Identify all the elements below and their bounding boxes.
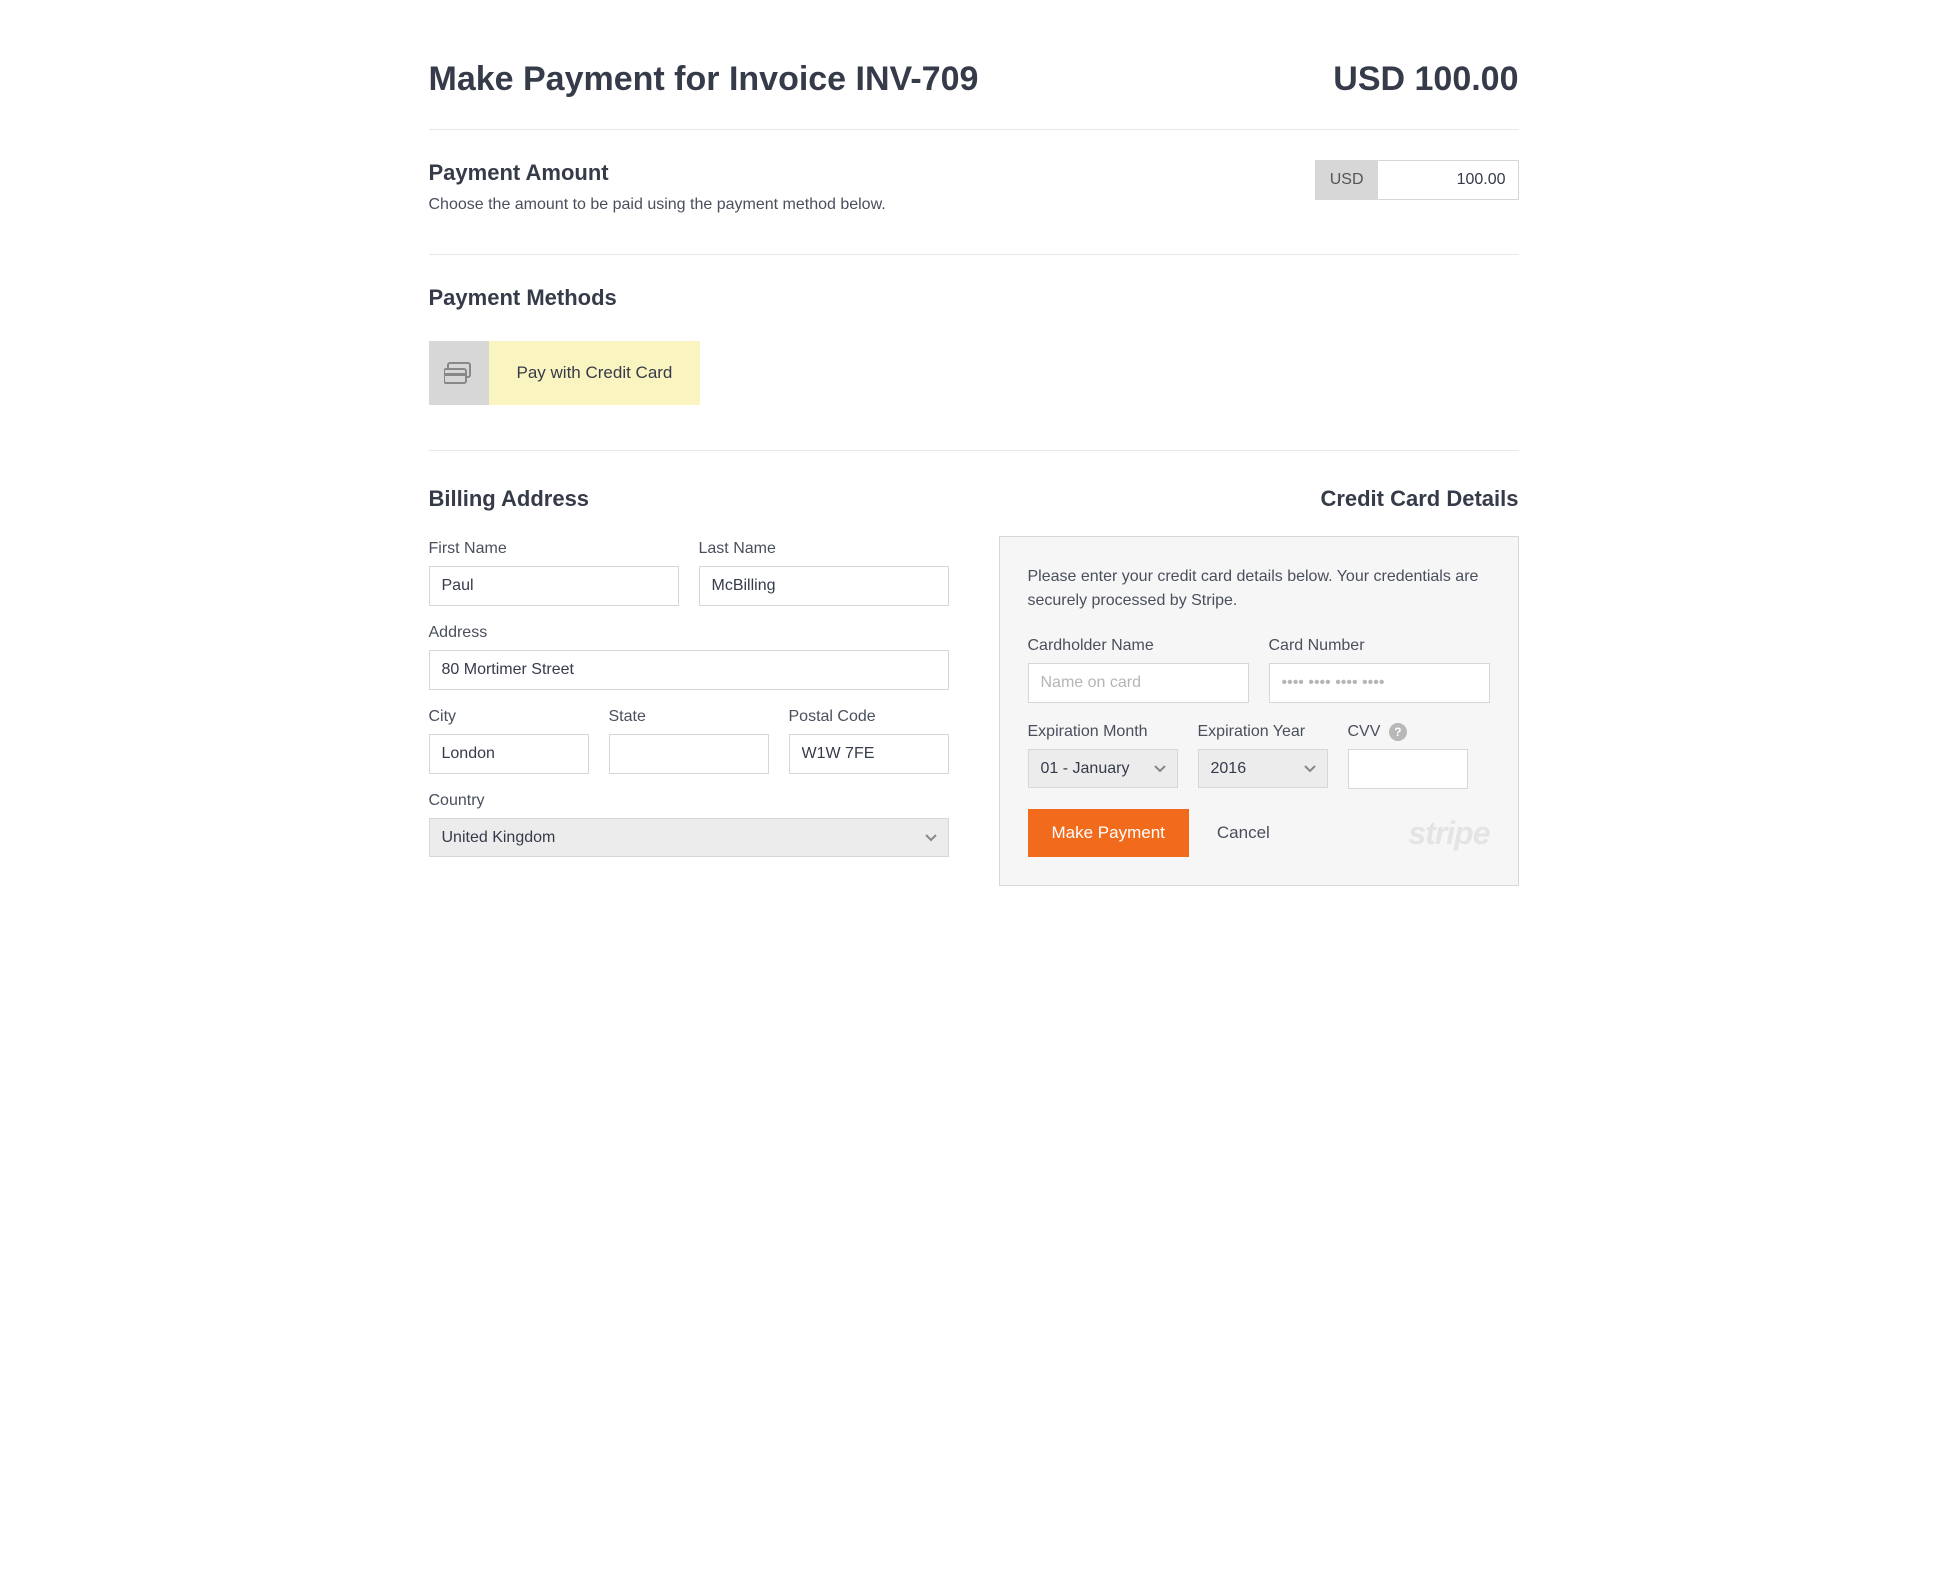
- credit-card-details-section: Credit Card Details Please enter your cr…: [999, 486, 1519, 886]
- stripe-logo: stripe: [1408, 815, 1489, 852]
- amount-input[interactable]: [1378, 161, 1518, 199]
- credit-card-details-title: Credit Card Details: [999, 486, 1519, 512]
- cardholder-name-label: Cardholder Name: [1028, 637, 1249, 655]
- card-number-input[interactable]: [1269, 663, 1490, 703]
- payment-methods-section: Payment Methods Pay with Credit Card: [429, 285, 1519, 451]
- postal-code-label: Postal Code: [789, 708, 949, 726]
- last-name-label: Last Name: [699, 540, 949, 558]
- country-select[interactable]: United Kingdom: [429, 818, 949, 857]
- amount-input-group: USD: [1315, 160, 1519, 200]
- city-label: City: [429, 708, 589, 726]
- cancel-button[interactable]: Cancel: [1217, 823, 1270, 843]
- first-name-input[interactable]: [429, 566, 679, 606]
- invoice-total: USD 100.00: [1333, 60, 1518, 99]
- cvv-label: CVV ?: [1348, 723, 1468, 741]
- credit-card-panel: Please enter your credit card details be…: [999, 536, 1519, 886]
- exp-year-select[interactable]: 2016: [1198, 749, 1328, 788]
- help-icon[interactable]: ?: [1389, 723, 1407, 741]
- state-label: State: [609, 708, 769, 726]
- cardholder-name-input[interactable]: [1028, 663, 1249, 703]
- payment-amount-section: Payment Amount Choose the amount to be p…: [429, 160, 1519, 255]
- make-payment-button[interactable]: Make Payment: [1028, 809, 1189, 857]
- payment-amount-title: Payment Amount: [429, 160, 886, 186]
- country-label: Country: [429, 792, 949, 810]
- currency-prefix: USD: [1316, 161, 1378, 199]
- credit-card-icon: [429, 341, 489, 405]
- exp-year-label: Expiration Year: [1198, 723, 1328, 741]
- cvv-input[interactable]: [1348, 749, 1468, 789]
- address-label: Address: [429, 624, 949, 642]
- exp-month-select[interactable]: 01 - January: [1028, 749, 1178, 788]
- state-input[interactable]: [609, 734, 769, 774]
- payment-methods-title: Payment Methods: [429, 285, 1519, 311]
- billing-address-title: Billing Address: [429, 486, 949, 512]
- credit-card-tile-label: Pay with Credit Card: [489, 341, 701, 405]
- card-number-label: Card Number: [1269, 637, 1490, 655]
- page-title: Make Payment for Invoice INV-709: [429, 60, 979, 99]
- address-input[interactable]: [429, 650, 949, 690]
- city-input[interactable]: [429, 734, 589, 774]
- exp-month-label: Expiration Month: [1028, 723, 1178, 741]
- credit-card-description: Please enter your credit card details be…: [1028, 565, 1490, 613]
- first-name-label: First Name: [429, 540, 679, 558]
- billing-address-section: Billing Address First Name Last Name Add…: [429, 486, 949, 875]
- postal-code-input[interactable]: [789, 734, 949, 774]
- last-name-input[interactable]: [699, 566, 949, 606]
- page-header: Make Payment for Invoice INV-709 USD 100…: [429, 60, 1519, 130]
- pay-with-credit-card-tile[interactable]: Pay with Credit Card: [429, 341, 701, 405]
- payment-amount-description: Choose the amount to be paid using the p…: [429, 196, 886, 214]
